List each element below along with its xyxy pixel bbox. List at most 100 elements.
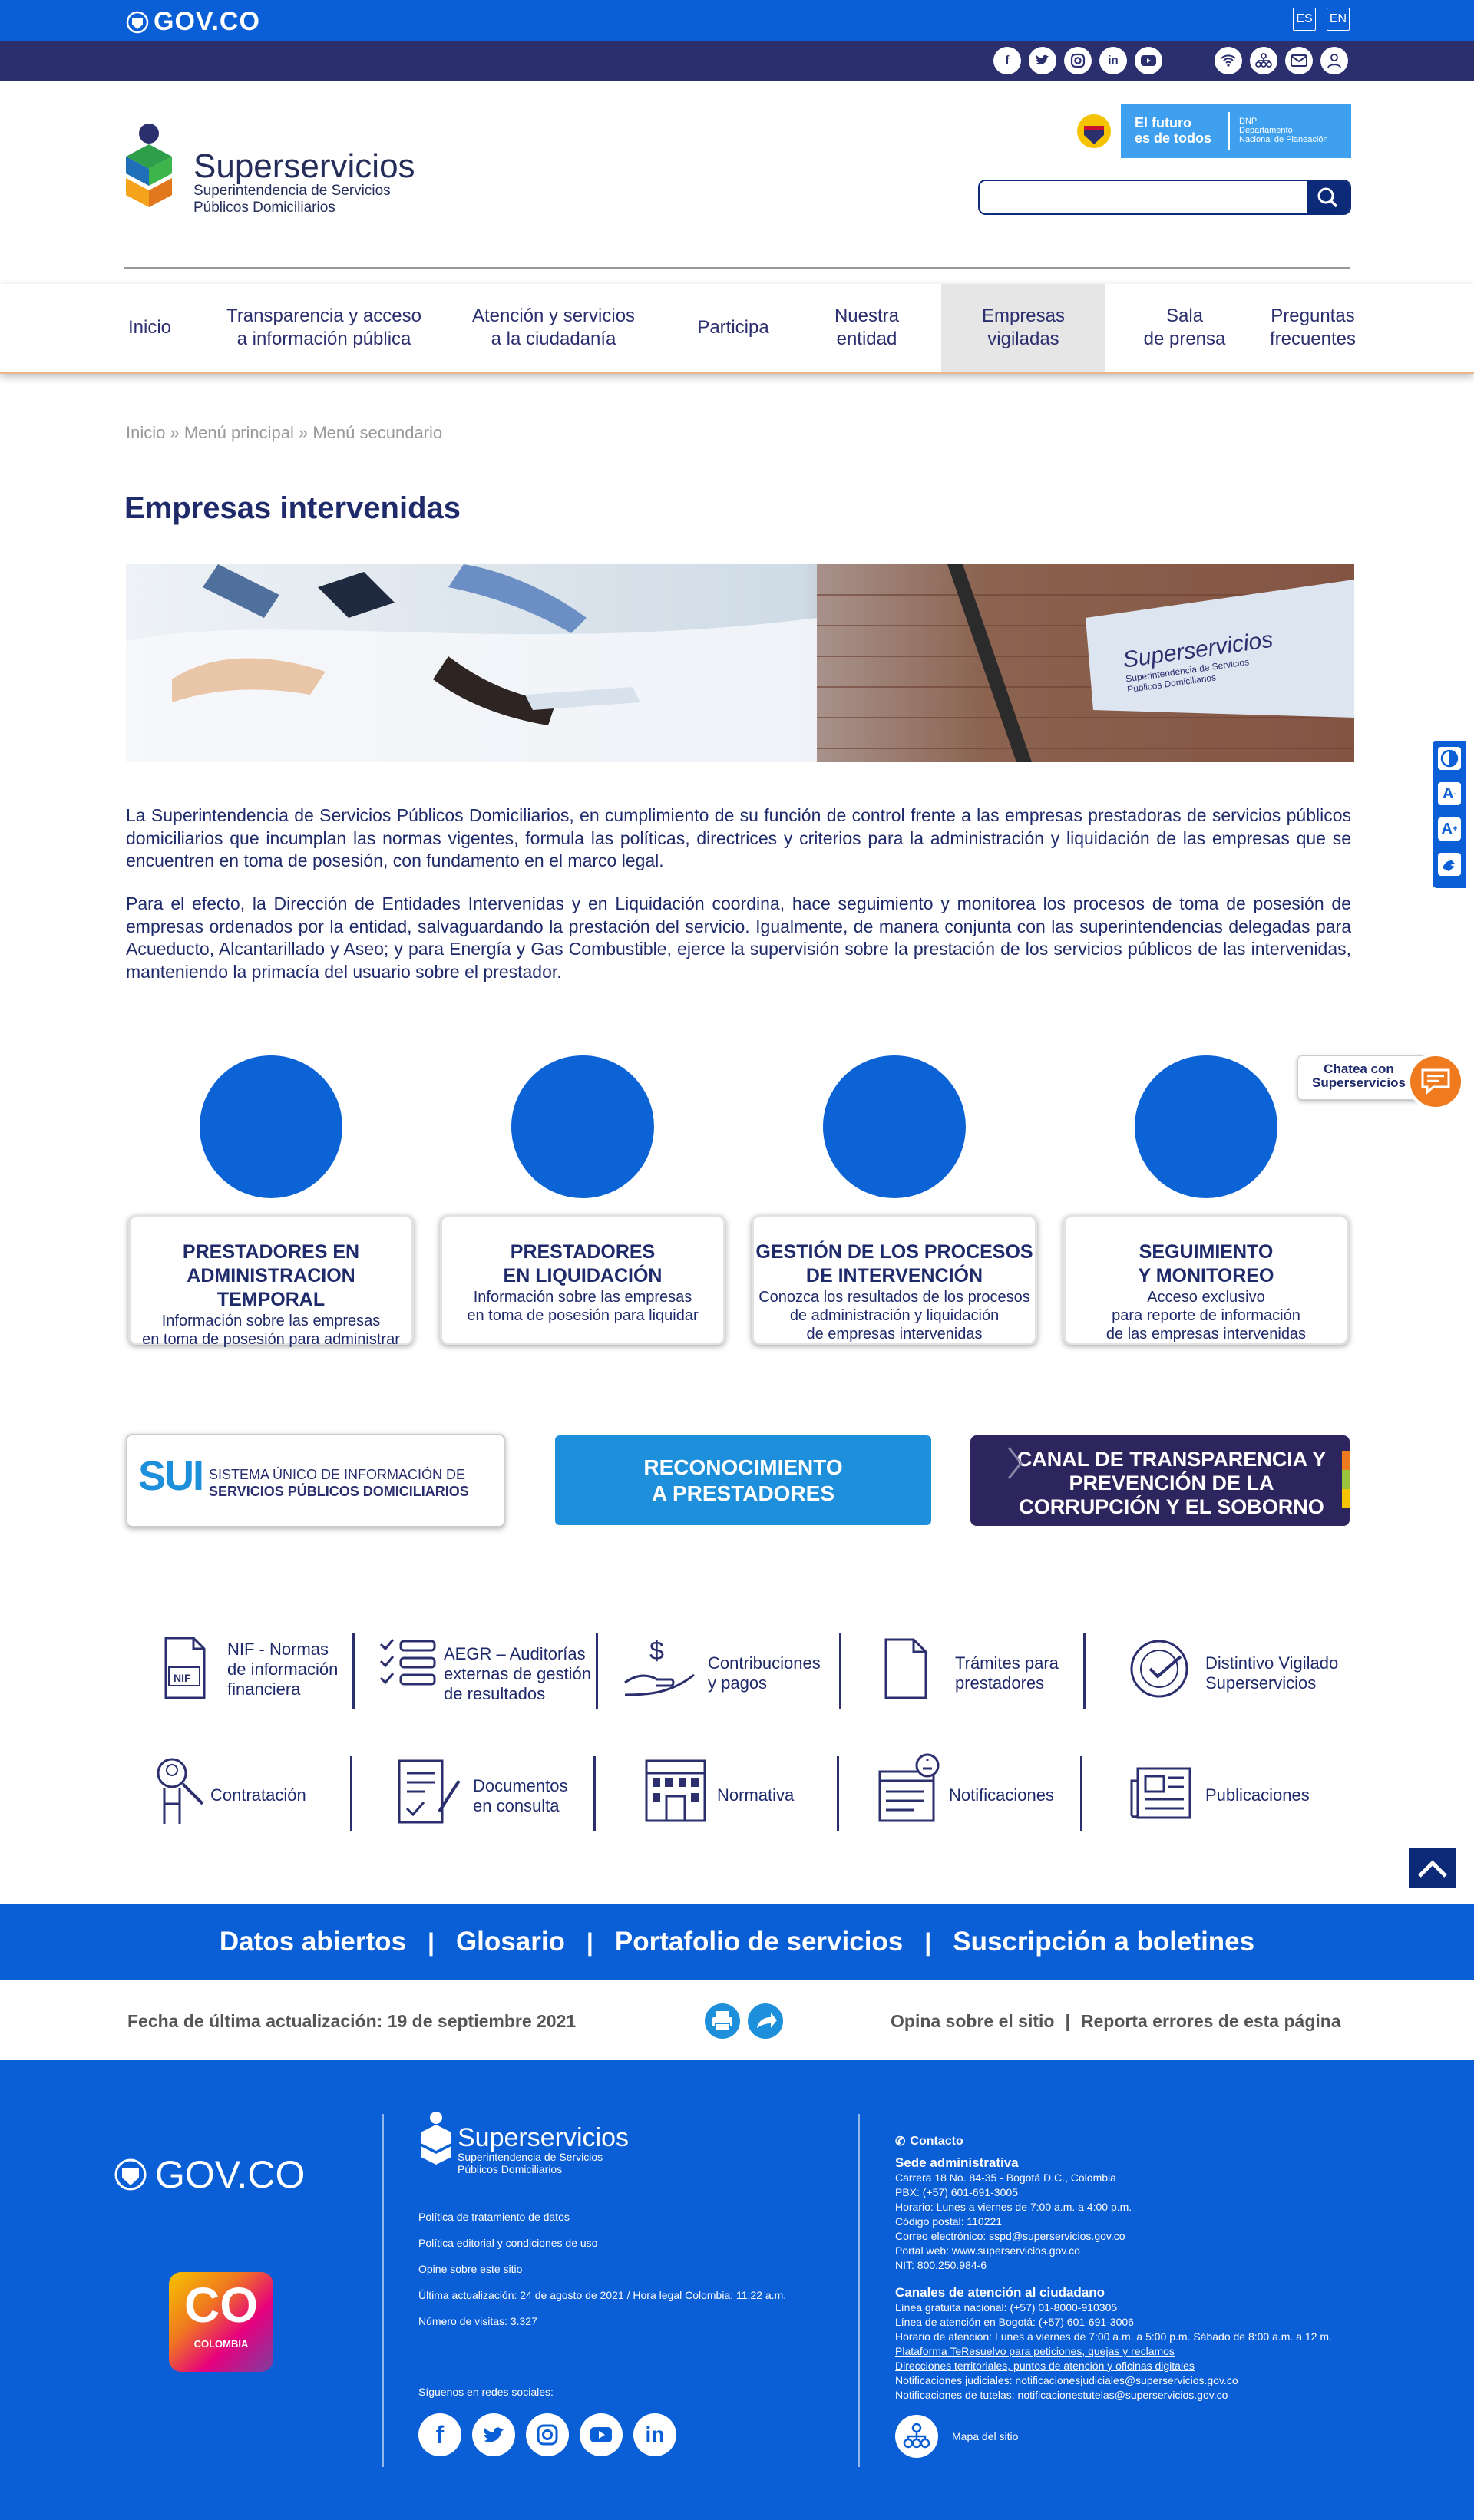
twitter-icon[interactable]	[472, 2413, 515, 2456]
hand-money-icon: $	[624, 1637, 695, 1696]
link-glosario[interactable]: Glosario	[456, 1927, 565, 1957]
footer-gov-logo[interactable]: GOV.CO	[114, 2152, 305, 2197]
link-notificaciones[interactable]: Notificaciones	[877, 1753, 1054, 1828]
reconocimiento-prestadores-banner[interactable]: RECONOCIMIENTO A PRESTADORES	[555, 1435, 931, 1525]
canales-line[interactable]: Notificaciones de tutelas: notificacione…	[895, 2388, 1332, 2403]
instagram-icon[interactable]	[526, 2413, 569, 2456]
card-liquidacion[interactable]: PRESTADORES EN LIQUIDACIÓN Información s…	[440, 1215, 725, 1345]
link-separator	[352, 1633, 355, 1709]
share-icon[interactable]	[748, 2003, 783, 2039]
nav-preguntas[interactable]: Preguntas frecuentes	[1259, 284, 1367, 372]
gov-co-logo[interactable]: GOV.CO	[126, 7, 260, 37]
nav-atencion[interactable]: Atención y servicios a la ciudadanía	[459, 284, 648, 372]
footer-link-opine[interactable]: Opine sobre este sitio	[418, 2263, 786, 2289]
link-text: Superservicios	[1205, 1673, 1317, 1693]
card-circle-icon[interactable]	[823, 1055, 966, 1198]
sitemap-link[interactable]: Mapa del sitio	[895, 2415, 1018, 2458]
card-circle-icon[interactable]	[511, 1055, 654, 1198]
link-tramites[interactable]: Trámites para prestadores	[883, 1637, 1059, 1705]
link-normativa[interactable]: Normativa	[643, 1758, 794, 1828]
footer-link-editorial[interactable]: Política editorial y condiciones de uso	[418, 2237, 786, 2263]
mail-icon[interactable]	[1285, 47, 1313, 74]
card-circle-icon[interactable]	[200, 1055, 342, 1198]
facebook-icon[interactable]: f	[993, 47, 1021, 74]
link-aegr[interactable]: AEGR – Auditorías externas de gestión de…	[378, 1637, 591, 1703]
twitter-icon[interactable]	[1029, 47, 1056, 74]
link-suscripcion[interactable]: Suscripción a boletines	[953, 1927, 1254, 1957]
link-text: Notificaciones	[949, 1785, 1054, 1805]
nav-sala-prensa[interactable]: Sala de prensa	[1132, 284, 1238, 372]
youtube-icon[interactable]	[1135, 47, 1162, 74]
sui-banner[interactable]: SUI SISTEMA ÚNICO DE INFORMACIÓN DE SERV…	[126, 1434, 505, 1528]
search-box	[978, 180, 1351, 215]
footer-link-datos[interactable]: Política de tratamiento de datos	[418, 2211, 786, 2237]
canal-line3: CORRUPCIÓN Y EL SOBORNO	[1019, 1495, 1324, 1518]
instagram-icon[interactable]	[1064, 47, 1092, 74]
chat-line1: Chatea con	[1324, 1062, 1394, 1076]
sign-language-icon[interactable]	[1438, 853, 1461, 876]
nav-transparencia[interactable]: Transparencia y acceso a información públ…	[220, 284, 428, 372]
link-nif[interactable]: NIF NIF - Normas de información financie…	[163, 1637, 338, 1703]
canales-line: Horario de atención: Lunes a viernes de …	[895, 2330, 1332, 2343]
link-separator	[1080, 1756, 1082, 1831]
facebook-icon[interactable]: f	[418, 2413, 461, 2456]
nav-empresas-vigiladas[interactable]: Empresas vigiladas	[941, 284, 1106, 372]
canal-transparencia-banner[interactable]: CANAL DE TRANSPARENCIA Y PREVENCIÓN DE L…	[970, 1435, 1350, 1526]
youtube-icon[interactable]	[580, 2413, 623, 2456]
link-portafolio[interactable]: Portafolio de servicios	[615, 1927, 903, 1957]
contrast-icon[interactable]	[1438, 747, 1461, 770]
search-button[interactable]	[1307, 181, 1350, 213]
link-documentos-consulta[interactable]: Documentos en consulta	[396, 1758, 568, 1831]
nav-participa[interactable]: Participa	[683, 284, 783, 372]
card-gestion-procesos[interactable]: GESTIÓN DE LOS PROCESOS DE INTERVENCIÓN …	[752, 1215, 1037, 1345]
co-colombia-logo[interactable]: CO COLOMBIA	[169, 2272, 273, 2372]
sitemap-icon[interactable]	[1250, 47, 1277, 74]
link-separator	[593, 1756, 596, 1831]
nav-inicio[interactable]: Inicio	[115, 284, 184, 372]
link-contratacion[interactable]: Contratación	[149, 1758, 306, 1831]
dnp-logo[interactable]: El futuro es de todos DNP Departamento N…	[1067, 104, 1351, 158]
lang-en-button[interactable]: EN	[1327, 8, 1350, 31]
superservicios-logo-icon[interactable]	[123, 123, 178, 213]
card-desc: de las empresas intervenidas	[1106, 1326, 1307, 1343]
print-icon[interactable]	[705, 2003, 740, 2039]
link-distintivo[interactable]: Distintivo Vigilado Superservicios	[1129, 1637, 1338, 1705]
people-icon[interactable]	[1320, 47, 1348, 74]
card-administracion-temporal[interactable]: PRESTADORES EN ADMINISTRACION TEMPORAL I…	[128, 1215, 414, 1348]
chat-widget[interactable]: Chatea con Superservicios	[1297, 1053, 1466, 1110]
decrease-text-icon[interactable]: A-	[1438, 782, 1461, 805]
card-title: PRESTADORES	[510, 1241, 656, 1263]
card-circle-icon[interactable]	[1135, 1055, 1277, 1198]
card-desc: en toma de posesión para administrar	[142, 1331, 400, 1348]
canales-line: Línea de atención en Bogotá: (+57) 601-6…	[895, 2316, 1134, 2328]
chat-button[interactable]	[1407, 1053, 1464, 1110]
link-publicaciones[interactable]: Publicaciones	[1129, 1765, 1310, 1825]
reporta-errores-link[interactable]: Reporta errores de esta página	[1081, 2011, 1341, 2032]
sede-line[interactable]: Correo electrónico: sspd@superservicios.…	[895, 2229, 1332, 2244]
direcciones-link[interactable]: Direcciones territoriales, puntos de ate…	[895, 2359, 1332, 2373]
teresuelvo-link[interactable]: Plataforma TeResuelvo para peticiones, q…	[895, 2344, 1332, 2359]
linkedin-icon[interactable]: in	[633, 2413, 676, 2456]
sede-line[interactable]: Portal web: www.superservicios.gov.co	[895, 2244, 1332, 2258]
card-desc: Información sobre las empresas	[161, 1313, 381, 1329]
nav-label: vigiladas	[987, 329, 1059, 349]
nav-label: Nuestra	[834, 306, 900, 326]
card-seguimiento[interactable]: SEGUIMIENTO Y MONITOREO Acceso exclusivo…	[1063, 1215, 1349, 1345]
back-to-top-button[interactable]	[1409, 1848, 1456, 1888]
increase-text-icon[interactable]: A+	[1438, 817, 1461, 841]
canales-line[interactable]: Notificaciones judiciales: notificacione…	[895, 2373, 1332, 2388]
breadcrumb[interactable]: Inicio » Menú principal » Menú secundari…	[126, 423, 442, 443]
wifi-icon[interactable]	[1215, 47, 1242, 74]
footer-org-sub1: Superintendencia de Servicios	[458, 2151, 603, 2163]
link-datos-abiertos[interactable]: Datos abiertos	[220, 1927, 406, 1957]
gov-co-text: GOV.CO	[154, 7, 260, 36]
link-contribuciones[interactable]: $ Contribuciones y pagos	[623, 1637, 821, 1705]
lang-es-button[interactable]: ES	[1293, 8, 1316, 31]
opina-sitio-link[interactable]: Opina sobre el sitio	[891, 2011, 1054, 2032]
rec-line2: A PRESTADORES	[651, 1481, 835, 1505]
search-input[interactable]	[980, 181, 1302, 213]
nav-nuestra-entidad[interactable]: Nuestra entidad	[818, 284, 915, 372]
sede-line: Horario: Lunes a viernes de 7:00 a.m. a …	[895, 2201, 1132, 2213]
card-title: ADMINISTRACION TEMPORAL	[187, 1265, 355, 1310]
linkedin-icon[interactable]: in	[1099, 47, 1127, 74]
